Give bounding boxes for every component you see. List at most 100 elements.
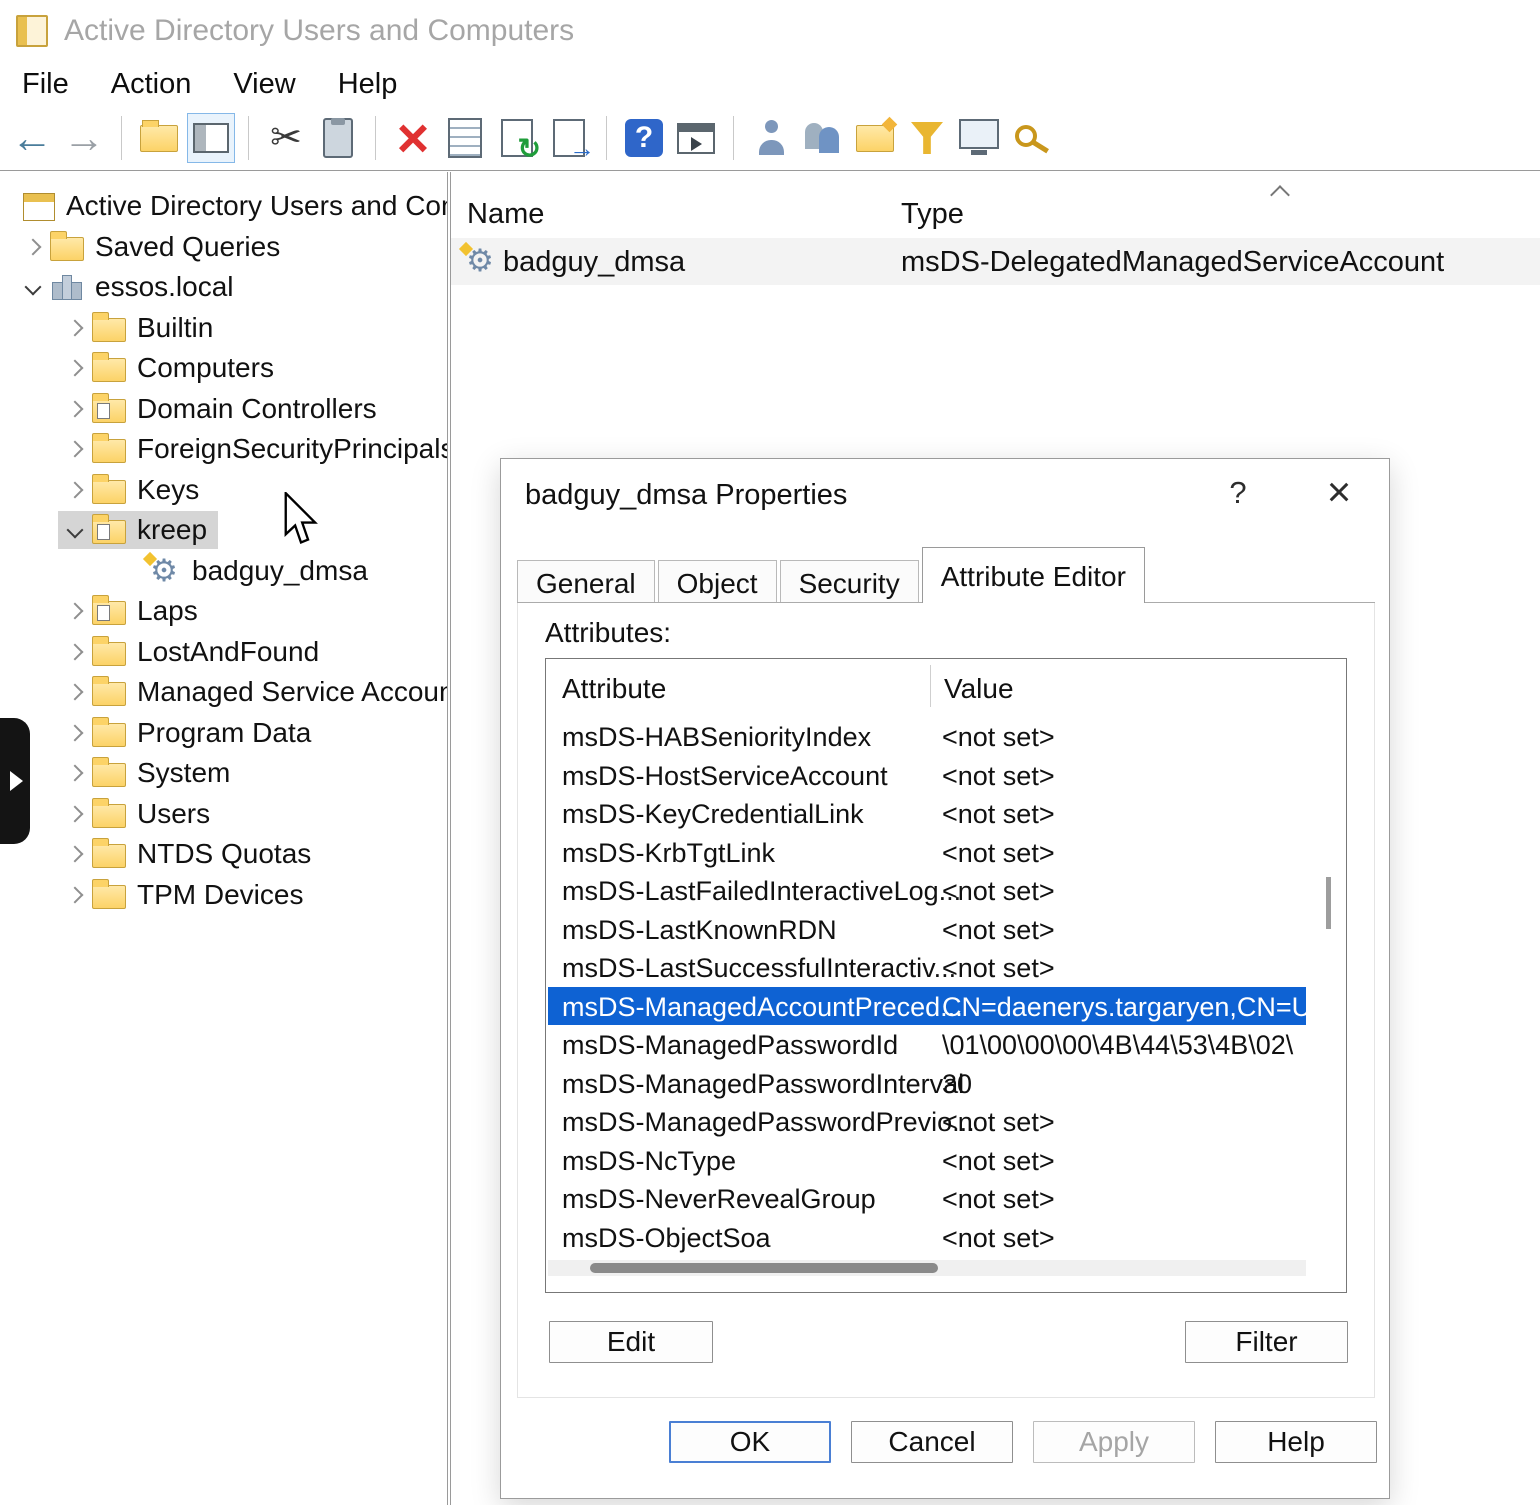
chevron-right-icon[interactable]: [67, 684, 84, 701]
attribute-row[interactable]: msDS-NcType<not set>: [548, 1141, 1306, 1180]
chevron-right-icon[interactable]: [25, 238, 42, 255]
paste-icon[interactable]: [314, 113, 362, 163]
attribute-row[interactable]: msDS-HostServiceAccount<not set>: [548, 756, 1306, 795]
attribute-row[interactable]: msDS-KrbTgtLink<not set>: [548, 833, 1306, 872]
chevron-down-icon[interactable]: [25, 279, 42, 296]
filter-icon[interactable]: [903, 113, 951, 163]
forward-icon[interactable]: [60, 113, 108, 163]
chevron-right-icon[interactable]: [67, 765, 84, 782]
tree-item-laps[interactable]: Laps: [0, 591, 447, 632]
attribute-value: <not set>: [942, 1223, 1306, 1254]
attribute-row[interactable]: msDS-ManagedPasswordInterval30: [548, 1064, 1306, 1103]
help-icon[interactable]: [620, 113, 668, 163]
menu-action[interactable]: Action: [90, 68, 213, 101]
tree-item-label: System: [137, 757, 230, 789]
dialog-help-button[interactable]: ?: [1217, 475, 1259, 515]
back-icon[interactable]: [8, 113, 56, 163]
menu-help[interactable]: Help: [317, 68, 419, 101]
export-list-icon[interactable]: [545, 113, 593, 163]
chevron-right-icon[interactable]: [67, 846, 84, 863]
column-header-value[interactable]: Value: [944, 673, 1014, 705]
vertical-scrollbar-thumb[interactable]: [1326, 877, 1331, 929]
tree-item-keys[interactable]: Keys: [0, 470, 447, 511]
ok-button[interactable]: OK: [669, 1421, 831, 1463]
tree-item-ntds-quotas[interactable]: NTDS Quotas: [0, 834, 447, 875]
cut-icon[interactable]: [262, 113, 310, 163]
refresh-icon[interactable]: [493, 113, 541, 163]
attribute-row[interactable]: msDS-LastSuccessfulInteractiv...<not set…: [548, 948, 1306, 987]
column-header-type[interactable]: Type: [901, 198, 964, 231]
delegate-keys-icon[interactable]: [1007, 113, 1055, 163]
help-button[interactable]: Help: [1215, 1421, 1377, 1463]
edit-button[interactable]: Edit: [549, 1321, 713, 1363]
view-options-icon[interactable]: [955, 113, 1003, 163]
chevron-right-icon[interactable]: [67, 441, 84, 458]
tree-item-saved-queries[interactable]: Saved Queries: [0, 227, 447, 268]
new-org-unit-icon[interactable]: [851, 113, 899, 163]
chevron-right-icon[interactable]: [67, 603, 84, 620]
chevron-down-icon[interactable]: [67, 522, 84, 539]
horizontal-scrollbar[interactable]: [548, 1260, 1306, 1276]
column-divider[interactable]: [930, 665, 931, 707]
chevron-right-icon[interactable]: [67, 724, 84, 741]
apply-button: Apply: [1033, 1421, 1195, 1463]
chevron-right-icon[interactable]: [67, 360, 84, 377]
tree-item-lostandfound[interactable]: LostAndFound: [0, 632, 447, 673]
tree-item-kreep[interactable]: kreep: [0, 510, 447, 551]
attribute-value: <not set>: [942, 722, 1306, 753]
tree-item-label: Managed Service Accounts: [137, 676, 448, 708]
tree-item-program-data[interactable]: Program Data: [0, 713, 447, 754]
menu-file[interactable]: File: [0, 68, 90, 101]
menu-view[interactable]: View: [212, 68, 316, 101]
properties-icon[interactable]: [441, 113, 489, 163]
tree-item-domain-controllers[interactable]: Domain Controllers: [0, 389, 447, 430]
show-window-icon[interactable]: [672, 113, 720, 163]
side-panel-handle[interactable]: [0, 718, 30, 844]
attribute-row[interactable]: msDS-KeyCredentialLink<not set>: [548, 794, 1306, 833]
tab-security[interactable]: Security: [780, 560, 919, 602]
tree-item-computers[interactable]: Computers: [0, 348, 447, 389]
list-item-badguy-dmsa[interactable]: badguy_dmsa msDS-DelegatedManagedService…: [451, 238, 1540, 285]
delete-icon[interactable]: [389, 113, 437, 163]
dialog-close-button[interactable]: ×: [1315, 469, 1363, 515]
tree-item-users[interactable]: Users: [0, 794, 447, 835]
tab-attribute-editor[interactable]: Attribute Editor: [922, 547, 1145, 603]
tree-item-essos-local[interactable]: essos.local: [0, 267, 447, 308]
attribute-row[interactable]: msDS-ObjectSoa<not set>: [548, 1218, 1306, 1257]
new-user-icon[interactable]: [747, 113, 795, 163]
folder-icon: [92, 682, 126, 706]
chevron-right-icon[interactable]: [67, 805, 84, 822]
horizontal-scrollbar-thumb[interactable]: [590, 1263, 938, 1273]
tree-item-label: Builtin: [137, 312, 213, 344]
tree-item-root[interactable]: Active Directory Users and Computers: [0, 186, 447, 227]
column-header-attribute[interactable]: Attribute: [562, 673, 666, 705]
tree-item-builtin[interactable]: Builtin: [0, 308, 447, 349]
attribute-row[interactable]: msDS-LastKnownRDN<not set>: [548, 910, 1306, 949]
attribute-value: <not set>: [942, 953, 1306, 984]
column-header-name[interactable]: Name: [467, 198, 544, 231]
show-console-tree-icon[interactable]: [187, 113, 235, 163]
tab-general[interactable]: General: [517, 560, 655, 602]
chevron-right-icon[interactable]: [67, 319, 84, 336]
attribute-row-selected[interactable]: msDS-ManagedAccountPreced...CN=daenerys.…: [548, 987, 1306, 1026]
tree-item-badguy-dmsa[interactable]: badguy_dmsa: [0, 551, 447, 592]
attribute-row[interactable]: msDS-HABSeniorityIndex<not set>: [548, 717, 1306, 756]
attribute-row[interactable]: msDS-ManagedPasswordPrevio...<not set>: [548, 1102, 1306, 1141]
tab-object[interactable]: Object: [658, 560, 777, 602]
new-group-icon[interactable]: [799, 113, 847, 163]
attribute-row[interactable]: msDS-ManagedPasswordId\01\00\00\00\4B\44…: [548, 1025, 1306, 1064]
filter-button[interactable]: Filter: [1185, 1321, 1348, 1363]
chevron-right-icon[interactable]: [67, 400, 84, 417]
folder-icon: [92, 723, 126, 747]
tree-item-tpm-devices[interactable]: TPM Devices: [0, 875, 447, 916]
chevron-right-icon[interactable]: [67, 481, 84, 498]
up-one-level-icon[interactable]: [135, 113, 183, 163]
attribute-row[interactable]: msDS-LastFailedInteractiveLog...<not set…: [548, 871, 1306, 910]
chevron-right-icon[interactable]: [67, 886, 84, 903]
attribute-row[interactable]: msDS-NeverRevealGroup<not set>: [548, 1179, 1306, 1218]
cancel-button[interactable]: Cancel: [851, 1421, 1013, 1463]
tree-item-system[interactable]: System: [0, 753, 447, 794]
tree-item-managed-service-accounts[interactable]: Managed Service Accounts: [0, 672, 447, 713]
tree-item-foreignsecurityprincipals[interactable]: ForeignSecurityPrincipals: [0, 429, 447, 470]
chevron-right-icon[interactable]: [67, 643, 84, 660]
